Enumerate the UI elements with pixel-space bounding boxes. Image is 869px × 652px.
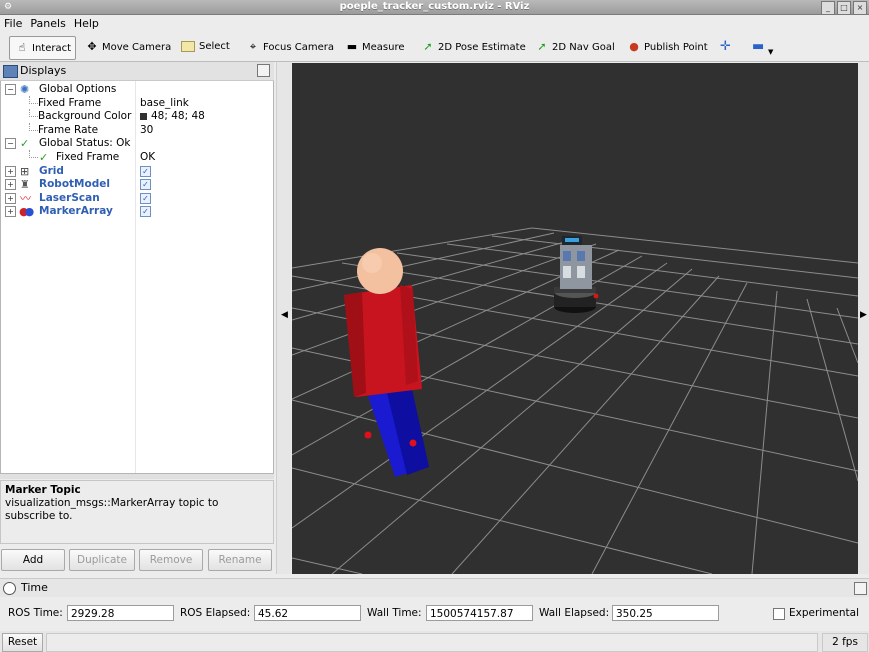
reset-button[interactable]: Reset (2, 633, 43, 652)
property-description: Marker Topic visualization_msgs::MarkerA… (0, 480, 274, 544)
wall-time-label: Wall Time: (367, 607, 422, 619)
interact-tool-button[interactable]: ☝ Interact (9, 36, 77, 60)
add-tool-icon[interactable]: ✛ (720, 36, 731, 58)
checkmark-icon: ✓ (20, 137, 30, 150)
panel-splitter[interactable] (0, 474, 274, 479)
marker-array-icon: ●● (19, 205, 35, 218)
tree-row-status-fixed-frame[interactable]: ✓ Fixed Frame OK (1, 150, 273, 164)
tree-row-laserscan[interactable]: + 〰 LaserScan ✓ (1, 192, 273, 205)
checkmark-icon: ✓ (39, 151, 49, 164)
remove-tool-icon[interactable]: ▬ (752, 36, 764, 58)
tree-row-global-status[interactable]: − ✓ Global Status: Ok (1, 137, 273, 150)
gear-icon: ✺ (20, 83, 30, 96)
hand-icon: ☝ (18, 41, 26, 54)
pose-estimate-tool-button[interactable]: ➚ 2D Pose Estimate (420, 36, 525, 58)
3d-scene (292, 227, 858, 574)
expand-icon[interactable]: + (5, 166, 16, 177)
person-marker (344, 248, 429, 477)
description-title: Marker Topic (5, 484, 81, 496)
grid-icon: ⊞ (20, 165, 30, 178)
focus-camera-tool-button[interactable]: ⌖ Focus Camera (245, 36, 334, 58)
displays-tree: − ✺ Global Options Fixed Frame base_link… (0, 81, 274, 474)
collapse-icon[interactable]: − (5, 84, 16, 95)
grid-enabled-checkbox[interactable]: ✓ (140, 165, 151, 177)
time-panel-header: Time (0, 578, 869, 597)
right-dock-splitter[interactable]: ▶ (858, 62, 869, 574)
move-camera-icon: ✥ (87, 40, 97, 53)
select-tool-button[interactable]: Select (181, 36, 230, 58)
undock-icon[interactable] (854, 582, 867, 595)
expand-icon[interactable]: + (5, 193, 16, 204)
menu-bar: File Panels Help (0, 15, 869, 33)
menu-file[interactable]: File (0, 15, 26, 33)
displays-title: Displays (20, 64, 67, 77)
ros-elapsed-label: ROS Elapsed: (180, 607, 251, 619)
rename-button[interactable]: Rename (208, 549, 272, 571)
add-button[interactable]: Add (1, 549, 65, 571)
description-text: visualization_msgs::MarkerArray topic to… (5, 497, 219, 522)
minimize-icon[interactable]: _ (821, 1, 835, 15)
tree-row-robotmodel[interactable]: + ♜ RobotModel ✓ (1, 178, 273, 191)
tree-row-markerarray[interactable]: + ●● MarkerArray ✓ (1, 205, 273, 218)
color-swatch (140, 112, 147, 120)
wall-elapsed-label: Wall Elapsed: (539, 607, 610, 619)
experimental-label: Experimental (789, 607, 860, 619)
publish-point-tool-button[interactable]: ● Publish Point (626, 36, 707, 58)
remove-button[interactable]: Remove (139, 549, 203, 571)
wall-time-field[interactable]: 1500574157.87 (426, 605, 533, 621)
focus-icon: ⌖ (249, 40, 257, 53)
experimental-checkbox[interactable] (773, 608, 785, 620)
markerarray-enabled-checkbox[interactable]: ✓ (140, 205, 151, 217)
ros-time-label: ROS Time: (8, 607, 63, 619)
ruler-icon: ▬ (346, 40, 358, 53)
menu-help[interactable]: Help (70, 15, 103, 33)
collapse-icon[interactable]: − (5, 138, 16, 149)
status-message-area (46, 633, 818, 652)
menu-panels[interactable]: Panels (26, 15, 69, 33)
select-icon (181, 40, 195, 52)
window-title: poeple_tracker_custom.rviz - RViz (339, 1, 530, 12)
wall-elapsed-field[interactable]: 350.25 (612, 605, 719, 621)
tree-row-fixed-frame[interactable]: Fixed Frame base_link (1, 96, 273, 110)
undock-icon[interactable] (257, 64, 270, 77)
robot-icon: ♜ (20, 178, 30, 191)
collapse-left-icon[interactable]: ◀ (281, 310, 288, 320)
left-dock-splitter[interactable]: ◀ (276, 62, 291, 574)
maximize-icon[interactable]: □ (837, 1, 851, 15)
time-title: Time (21, 581, 48, 594)
measure-tool-button[interactable]: ▬ Measure (344, 36, 405, 58)
green-arrow-icon: ➚ (423, 40, 433, 53)
tree-row-background-color[interactable]: Background Color 48; 48; 48 (1, 109, 273, 123)
status-bar: Reset 2 fps (0, 631, 869, 652)
robotmodel-enabled-checkbox[interactable]: ✓ (140, 178, 151, 190)
laserscan-enabled-checkbox[interactable]: ✓ (140, 192, 151, 204)
tree-row-global-options[interactable]: − ✺ Global Options (1, 83, 273, 96)
expand-icon[interactable]: + (5, 206, 16, 217)
map-pin-icon: ● (629, 40, 639, 53)
expand-icon[interactable]: + (5, 179, 16, 190)
displays-panel-header: Displays (0, 62, 274, 81)
monitor-icon (3, 65, 18, 78)
duplicate-button[interactable]: Duplicate (69, 549, 135, 571)
laser-scan-icon: 〰 (20, 192, 31, 205)
tree-row-grid[interactable]: + ⊞ Grid ✓ (1, 165, 273, 178)
nav-goal-tool-button[interactable]: ➚ 2D Nav Goal (534, 36, 614, 58)
close-icon[interactable]: × (853, 1, 867, 15)
ros-elapsed-field[interactable]: 45.62 (254, 605, 361, 621)
chevron-down-icon[interactable]: ▼ (768, 41, 773, 63)
render-viewport[interactable] (292, 63, 858, 574)
expand-right-icon[interactable]: ▶ (860, 310, 867, 320)
robot-model (554, 236, 599, 313)
green-arrow-icon: ➚ (537, 40, 547, 53)
tree-row-frame-rate[interactable]: Frame Rate 30 (1, 123, 273, 137)
time-panel: ROS Time: 2929.28 ROS Elapsed: 45.62 Wal… (0, 600, 869, 626)
tool-bar: ☝ Interact ✥ Move Camera Select ⌖ Focus Cam… (0, 33, 869, 62)
fps-readout: 2 fps (822, 633, 868, 652)
ros-time-field[interactable]: 2929.28 (67, 605, 174, 621)
move-camera-tool-button[interactable]: ✥ Move Camera (84, 36, 171, 58)
clock-icon (3, 582, 16, 595)
title-bar: ⚙ poeple_tracker_custom.rviz - RViz _ □ … (0, 0, 869, 15)
